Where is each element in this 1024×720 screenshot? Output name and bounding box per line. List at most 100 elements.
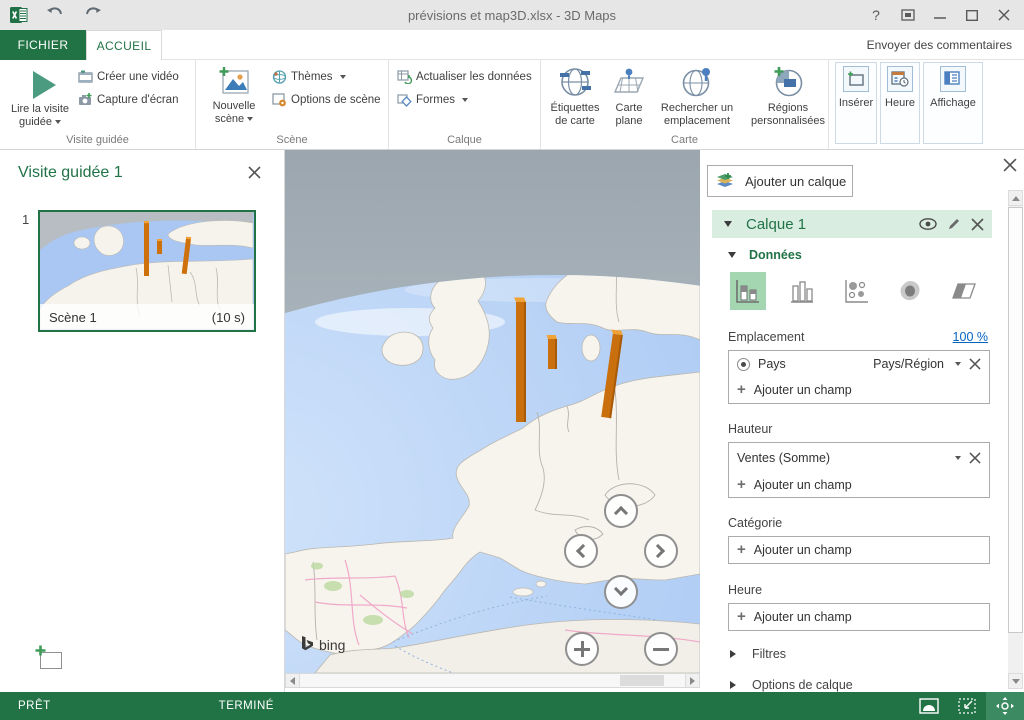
layer-panel-close-button[interactable] bbox=[1002, 158, 1018, 174]
bing-attribution[interactable]: bing bbox=[301, 636, 345, 653]
group-label-map: Carte bbox=[541, 134, 828, 146]
video-icon bbox=[78, 70, 93, 84]
dropdown-caret-icon bbox=[247, 117, 253, 121]
collapse-data-icon[interactable] bbox=[728, 252, 736, 258]
layer-panel-scrollbar[interactable] bbox=[1008, 190, 1023, 689]
radio-selected-icon[interactable] bbox=[737, 358, 750, 371]
add-layer-button[interactable]: Ajouter un calque bbox=[707, 165, 853, 197]
scroll-right-button[interactable] bbox=[685, 674, 699, 687]
pan-down-button[interactable] bbox=[604, 575, 638, 609]
scene-caption-bar: Scène 1 (10 s) bbox=[40, 304, 254, 330]
scroll-down-button[interactable] bbox=[1008, 673, 1023, 689]
play-icon bbox=[33, 71, 56, 99]
map-horizontal-scrollbar[interactable] bbox=[285, 673, 700, 688]
scroll-left-button[interactable] bbox=[286, 674, 300, 687]
location-percent-link[interactable]: 100 % bbox=[953, 330, 988, 344]
rename-pencil-icon[interactable] bbox=[947, 217, 961, 231]
tab-fichier[interactable]: FICHIER bbox=[0, 30, 86, 60]
create-video-button[interactable]: Créer une vidéo bbox=[78, 70, 179, 84]
add-icon: + bbox=[737, 384, 746, 396]
zoom-in-button[interactable] bbox=[565, 632, 599, 666]
scene-thumbnail[interactable]: Scène 1 (10 s) bbox=[38, 210, 256, 332]
send-feedback-link[interactable]: Envoyer des commentaires bbox=[867, 30, 1012, 60]
status-flat-view-button[interactable] bbox=[910, 692, 948, 720]
minimize-button[interactable] bbox=[926, 4, 954, 26]
hscroll-thumb[interactable] bbox=[620, 675, 664, 686]
add-icon: + bbox=[737, 479, 746, 491]
flat-map-icon bbox=[612, 66, 646, 98]
category-add-field-row[interactable]: + Ajouter un champ bbox=[729, 537, 989, 563]
chart-type-region[interactable] bbox=[946, 272, 982, 310]
ribbon-group-map: Étiquettes de carte Carte plane Recherch… bbox=[541, 60, 829, 149]
shapes-button[interactable]: Formes bbox=[397, 93, 540, 107]
maximize-button[interactable] bbox=[958, 4, 986, 26]
pan-up-button[interactable] bbox=[604, 494, 638, 528]
view-button[interactable]: Affichage bbox=[923, 62, 983, 144]
delete-layer-icon[interactable] bbox=[971, 218, 984, 231]
region-icon bbox=[951, 278, 977, 304]
close-icon bbox=[998, 9, 1010, 21]
new-scene-icon bbox=[218, 66, 250, 96]
ribbon-tab-row: FICHIER ACCUEIL Envoyer des commentaires bbox=[0, 30, 1024, 60]
themes-globe-icon bbox=[272, 70, 287, 84]
status-fit-to-window-button[interactable] bbox=[948, 692, 986, 720]
close-window-button[interactable] bbox=[990, 4, 1018, 26]
data-section-label: Données bbox=[749, 248, 802, 262]
remove-field-icon[interactable] bbox=[969, 358, 981, 370]
ribbon: Lire la visite guidée Créer une vidéo Ca… bbox=[0, 60, 1024, 150]
undo-button[interactable] bbox=[44, 6, 66, 24]
themes-label: Thèmes bbox=[291, 71, 333, 83]
find-location-label: Rechercher un emplacement bbox=[653, 102, 741, 128]
help-button[interactable]: ? bbox=[862, 4, 890, 26]
height-add-field-row[interactable]: + Ajouter un champ bbox=[729, 472, 989, 498]
layer-header[interactable]: Calque 1 bbox=[712, 210, 992, 238]
filters-expander[interactable]: Filtres bbox=[730, 647, 786, 661]
chart-type-heatmap[interactable] bbox=[892, 272, 928, 310]
location-field-type[interactable]: Pays/Région bbox=[873, 357, 944, 371]
scene-options-button[interactable]: Options de scène bbox=[272, 93, 381, 107]
visibility-eye-icon[interactable] bbox=[919, 218, 937, 230]
time-add-field-row[interactable]: + Ajouter un champ bbox=[729, 604, 989, 630]
pan-right-button[interactable] bbox=[644, 534, 678, 568]
location-add-field-row[interactable]: + Ajouter un champ bbox=[729, 377, 989, 403]
themes-button[interactable]: Thèmes bbox=[272, 70, 381, 84]
collapse-layer-icon[interactable] bbox=[724, 221, 732, 227]
pan-left-button[interactable] bbox=[564, 534, 598, 568]
hscroll-track[interactable] bbox=[300, 674, 685, 687]
scroll-up-button[interactable] bbox=[1008, 190, 1023, 206]
bing-logo-icon bbox=[301, 636, 314, 653]
layer-options-expander[interactable]: Options de calque bbox=[730, 678, 853, 692]
custom-regions-label: Régions personnalisées bbox=[743, 102, 833, 128]
map-canvas[interactable]: bing bbox=[285, 150, 700, 673]
screen-capture-button[interactable]: Capture d'écran bbox=[78, 93, 179, 107]
vscroll-thumb[interactable] bbox=[1008, 207, 1023, 633]
group-label-scene: Scène bbox=[196, 134, 388, 146]
chart-type-bubble[interactable] bbox=[838, 272, 874, 310]
status-pan-mode-button[interactable] bbox=[986, 692, 1024, 720]
data-bar-belgium[interactable] bbox=[547, 335, 558, 369]
tab-accueil[interactable]: ACCUEIL bbox=[86, 30, 162, 60]
tour-panel-close-button[interactable] bbox=[246, 166, 262, 182]
time-button[interactable]: Heure bbox=[880, 62, 920, 144]
scene-number: 1 bbox=[22, 212, 29, 227]
camera-icon bbox=[78, 93, 93, 107]
insert-button[interactable]: Insérer bbox=[835, 62, 877, 144]
zoom-out-button[interactable] bbox=[644, 632, 678, 666]
remove-field-icon[interactable] bbox=[969, 452, 981, 464]
dropdown-caret-icon[interactable] bbox=[955, 362, 961, 366]
pan-mode-icon bbox=[995, 696, 1015, 716]
data-section-header[interactable]: Données bbox=[728, 248, 802, 262]
chart-type-stacked-column[interactable] bbox=[730, 272, 766, 310]
tour-panel-title: Visite guidée 1 bbox=[18, 164, 123, 182]
refresh-data-button[interactable]: Actualiser les données bbox=[397, 70, 540, 84]
flat-map-label: Carte plane bbox=[607, 102, 651, 128]
status-done: TERMINÉ bbox=[219, 700, 274, 712]
dropdown-caret-icon[interactable] bbox=[955, 456, 961, 460]
location-field-row[interactable]: Pays Pays/Région bbox=[729, 351, 989, 377]
chart-type-clustered-column[interactable] bbox=[784, 272, 820, 310]
height-field-row[interactable]: Ventes (Somme) bbox=[729, 443, 989, 472]
scene-duration: (10 s) bbox=[212, 310, 245, 325]
bring-to-front-button[interactable] bbox=[894, 4, 922, 26]
redo-button[interactable] bbox=[82, 6, 104, 24]
add-scene-button[interactable] bbox=[38, 648, 64, 670]
